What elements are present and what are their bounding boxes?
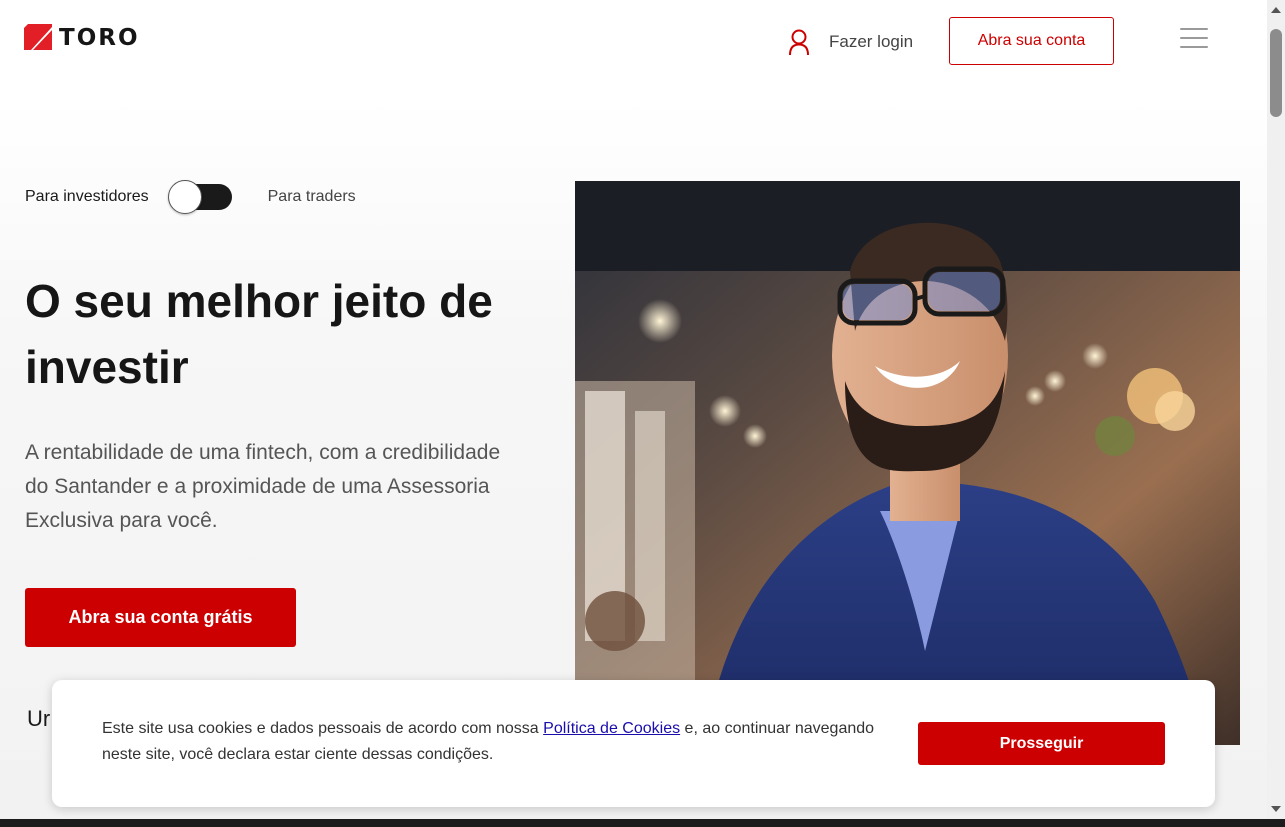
toro-logo[interactable]: TORO xyxy=(24,24,140,52)
toro-logo-icon xyxy=(24,24,52,50)
cookie-text-before: Este site usa cookies e dados pessoais d… xyxy=(102,720,544,737)
hero-photo xyxy=(575,181,1240,745)
scroll-up-arrow-icon[interactable] xyxy=(1271,7,1281,13)
user-icon xyxy=(789,29,809,56)
cookie-text: Este site usa cookies e dados pessoais d… xyxy=(102,716,902,768)
brand-name: TORO xyxy=(59,25,140,51)
switch-knob xyxy=(167,180,202,214)
window-bottom-edge xyxy=(0,819,1285,827)
scroll-down-arrow-icon[interactable] xyxy=(1271,806,1281,812)
audience-toggle: Para investidores Para traders xyxy=(25,180,356,214)
hero-title: O seu melhor jeito de investir xyxy=(25,275,493,393)
traders-label[interactable]: Para traders xyxy=(268,188,356,206)
open-account-free-button[interactable]: Abra sua conta grátis xyxy=(25,588,296,647)
audience-switch[interactable] xyxy=(167,180,232,214)
header: TORO Fazer login Abra sua conta xyxy=(0,0,1267,80)
login-link[interactable]: Fazer login xyxy=(786,28,913,56)
login-label: Fazer login xyxy=(829,32,914,51)
scrollbar[interactable] xyxy=(1267,0,1285,819)
cookie-banner: Este site usa cookies e dados pessoais d… xyxy=(52,680,1215,807)
hamburger-menu-icon[interactable] xyxy=(1180,28,1208,50)
section-text-partial: Ur xyxy=(27,706,51,731)
investors-label[interactable]: Para investidores xyxy=(25,188,149,206)
cookie-policy-link[interactable]: Política de Cookies xyxy=(543,720,680,737)
smiling-man-photo xyxy=(575,181,1240,745)
hero-subtitle: A rentabilidade de uma fintech, com a cr… xyxy=(25,441,501,532)
open-account-button[interactable]: Abra sua conta xyxy=(949,17,1114,65)
scroll-thumb[interactable] xyxy=(1270,29,1282,117)
proceed-button[interactable]: Prosseguir xyxy=(918,722,1165,765)
